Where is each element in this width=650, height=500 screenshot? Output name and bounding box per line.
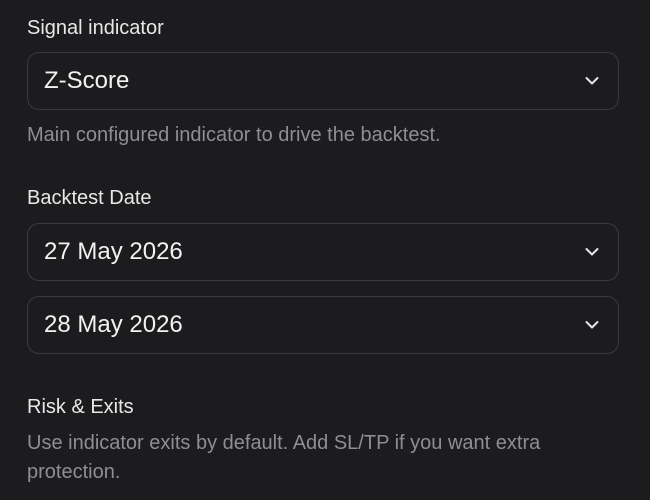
signal-indicator-help: Main configured indicator to drive the b…	[27, 124, 441, 146]
signal-indicator-select[interactable]: Z-Score	[27, 52, 619, 110]
backtest-end-date-value: 28 May 2026	[44, 311, 183, 338]
backtest-start-date-value: 27 May 2026	[44, 238, 183, 265]
risk-exits-help: Use indicator exits by default. Add SL/T…	[27, 432, 541, 483]
chevron-down-icon	[585, 321, 599, 330]
signal-indicator-value: Z-Score	[44, 67, 130, 94]
chevron-down-icon	[585, 77, 599, 86]
backtest-end-date-select[interactable]: 28 May 2026	[27, 296, 619, 354]
chevron-down-icon	[585, 248, 599, 257]
backtest-date-label: Backtest Date	[27, 187, 152, 209]
backtest-start-date-select[interactable]: 27 May 2026	[27, 223, 619, 281]
signal-indicator-label: Signal indicator	[27, 17, 164, 39]
risk-exits-label: Risk & Exits	[27, 396, 134, 418]
